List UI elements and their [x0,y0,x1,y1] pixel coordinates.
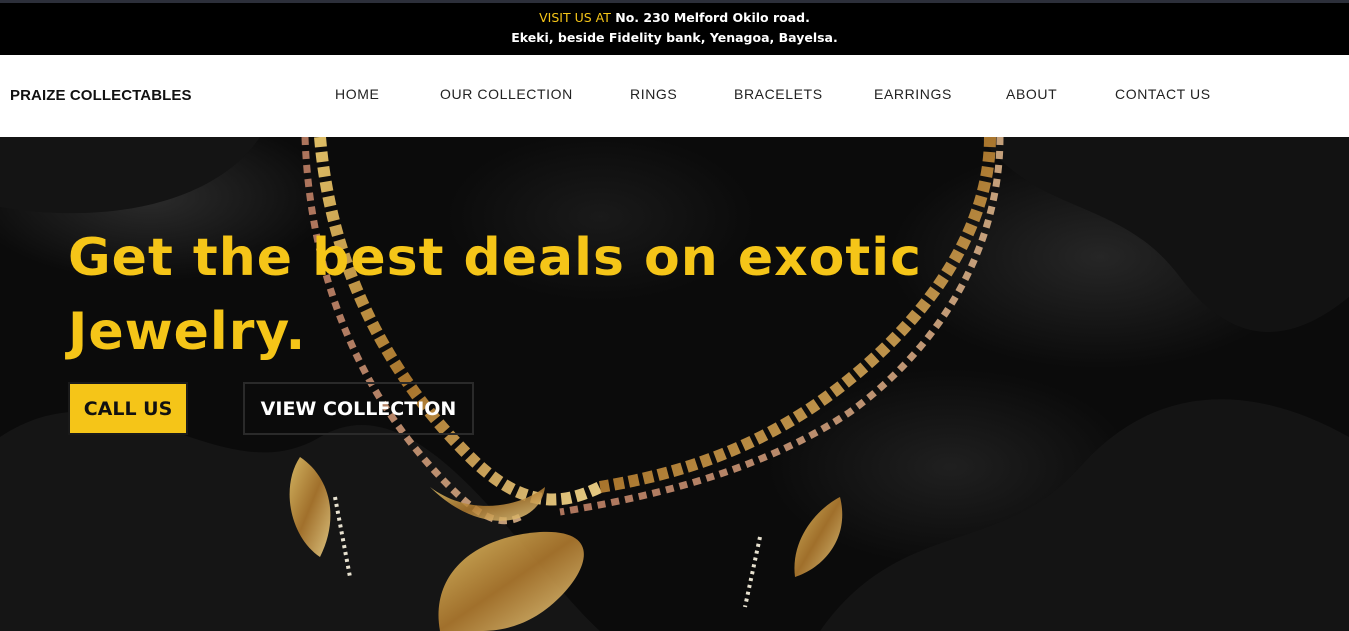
announcement-address-line-1: No. 230 Melford Okilo road. [615,10,810,25]
announcement-label: VISIT US AT [539,10,611,25]
main-navbar: PRAIZE COLLECTABLES HOME OUR COLLECTION … [0,55,1349,137]
hero-heading-line-1: Get the best deals on exotic [68,228,922,288]
hero-section: Get the best deals on exotic Jewelry. CA… [0,137,1349,631]
nav-item-bracelets[interactable]: BRACELETS [734,86,823,102]
announcement-address-line-2: Ekeki, beside Fidelity bank, Yenagoa, Ba… [511,30,838,45]
brand-logo-text[interactable]: PRAIZE COLLECTABLES [10,87,192,104]
hero-heading: Get the best deals on exotic Jewelry. [68,221,928,369]
hero-heading-line-2: Jewelry. [68,302,307,362]
announcement-line-1: VISIT US AT No. 230 Melford Okilo road. [0,8,1349,28]
nav-item-contact-us[interactable]: CONTACT US [1115,86,1211,102]
nav-item-our-collection[interactable]: OUR COLLECTION [440,86,573,102]
nav-item-earrings[interactable]: EARRINGS [874,86,952,102]
nav-item-rings[interactable]: RINGS [630,86,677,102]
view-collection-button[interactable]: VIEW COLLECTION [243,382,474,435]
call-us-button[interactable]: CALL US [68,382,188,435]
jewelry-hero-image [0,137,1349,631]
nav-item-about[interactable]: ABOUT [1006,86,1057,102]
nav-item-home[interactable]: HOME [335,86,379,102]
announcement-bar: VISIT US AT No. 230 Melford Okilo road. … [0,3,1349,55]
